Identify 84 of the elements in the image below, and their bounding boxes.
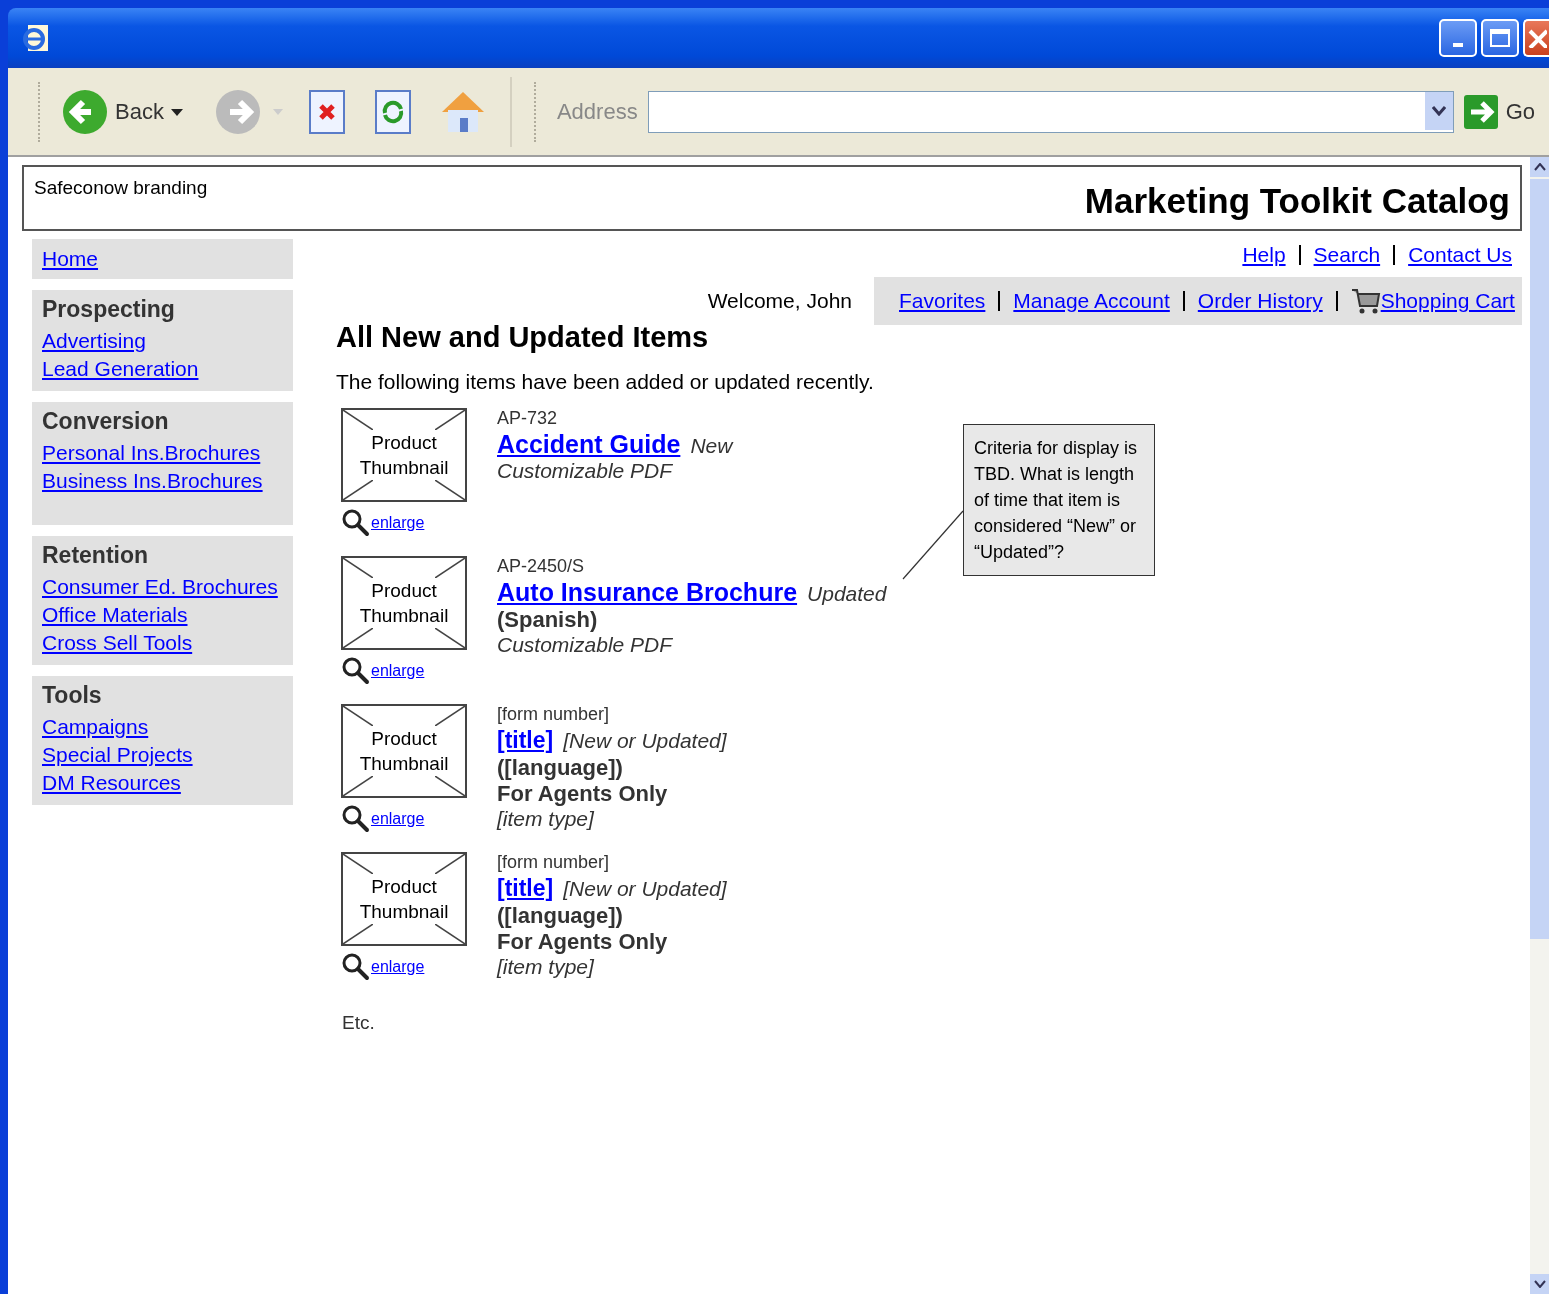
utility-link[interactable]: Search [1313,241,1381,269]
dropdown-button[interactable] [1424,91,1453,130]
intro-text: The following items have been added or updated recently. [336,370,875,394]
annotation-note: Criteria for display is TBD. What is length of time that item is considered “New” or “Updated”? [963,424,1155,576]
enlarge-link[interactable]: enlarge [371,513,425,533]
refresh-icon[interactable] [373,88,414,135]
stop-icon[interactable] [307,88,348,135]
nav-link[interactable]: DM Resources [42,769,283,797]
utility-link[interactable]: Help [1242,241,1286,269]
item-language: ([language]) [497,755,624,781]
item-audience: For Agents Only [497,781,669,807]
form-number: AP-732 [497,408,559,429]
chevron-down-icon [1533,1280,1546,1288]
nav-link[interactable]: Special Projects [42,741,283,769]
go-button[interactable]: Go [1463,94,1535,129]
thumbnail-label: Product Thumbnail [358,875,450,924]
home-link[interactable]: Home [42,245,283,273]
form-number: [form number] [497,704,611,725]
nav-link[interactable]: Personal Ins.Brochures [42,439,283,467]
nav-link[interactable]: Business Ins.Brochures [42,467,283,495]
item-language: (Spanish) [497,607,599,633]
maximize-icon [1490,29,1510,47]
cart-icon [1350,288,1381,314]
item-title-link[interactable]: [title] [497,873,554,903]
chevron-down-icon [1431,105,1446,116]
nav-link[interactable]: Cross Sell Tools [42,629,283,657]
minimize-button[interactable] [1439,19,1477,57]
page-heading: All New and Updated Items [336,321,710,354]
address-field[interactable] [647,90,1454,133]
item-audience: For Agents Only [497,929,669,955]
item-type: [item type] [497,955,595,979]
chevron-up-icon [1533,163,1546,171]
form-number: [form number] [497,852,611,873]
section-title: Retention [42,542,150,569]
back-button[interactable]: Back [61,87,184,136]
section-title: Conversion [42,408,170,435]
forward-icon[interactable] [213,87,262,136]
item-language: ([language]) [497,903,624,929]
welcome-text: Welcome, John [707,289,852,313]
scrollbar[interactable] [1530,157,1549,1294]
enlarge-link[interactable]: enlarge [371,957,425,977]
catalog-title: Marketing Toolkit Catalog [1084,181,1510,221]
magnifier-icon [341,952,371,982]
enlarge-link[interactable]: enlarge [371,809,425,829]
browser-icon [22,23,50,53]
item-type: Customizable PDF [497,633,674,657]
item-status: [New or Updated] [563,729,727,753]
etc-text: Etc. [342,1012,376,1034]
item-type: Customizable PDF [497,459,674,483]
nav-link[interactable]: Consumer Ed. Brochures [42,573,283,601]
magnifier-icon [341,804,371,834]
nav-link[interactable]: Advertising [42,327,283,355]
item-status: New [690,434,733,458]
item-status: Updated [807,582,887,606]
caret-icon [169,106,184,117]
account-link[interactable]: Order History [1197,287,1323,315]
thumbnail-label: Product Thumbnail [358,579,450,628]
leader-line [902,510,964,580]
magnifier-icon [341,656,371,686]
branding-text: Safeconow branding [34,177,208,200]
minimize-icon [1453,43,1463,47]
maximize-button[interactable] [1481,19,1519,57]
account-link[interactable]: Manage Account [1013,287,1170,315]
section-title: Prospecting [42,296,176,323]
thumbnail-label: Product Thumbnail [358,727,450,776]
magnifier-icon [341,508,371,538]
address-label: Address [556,98,638,125]
item-type: [item type] [497,807,595,831]
item-status: [New or Updated] [563,877,727,901]
section-title: Tools [42,682,103,709]
item-title-link[interactable]: Accident Guide [497,429,681,459]
nav-link[interactable]: Lead Generation [42,355,283,383]
nav-link[interactable]: Office Materials [42,601,283,629]
utility-link[interactable]: Contact Us [1408,241,1512,269]
nav-link[interactable]: Campaigns [42,713,283,741]
item-title-link[interactable]: Auto Insurance Brochure [497,577,798,607]
close-icon [1527,28,1547,48]
enlarge-link[interactable]: enlarge [371,661,425,681]
close-button[interactable] [1523,19,1549,57]
account-link[interactable]: Favorites [899,287,986,315]
item-title-link[interactable]: [title] [497,725,554,755]
thumbnail-label: Product Thumbnail [358,431,450,480]
form-number: AP-2450/S [497,556,586,577]
cart-link[interactable]: Shopping Cart [1380,287,1515,315]
